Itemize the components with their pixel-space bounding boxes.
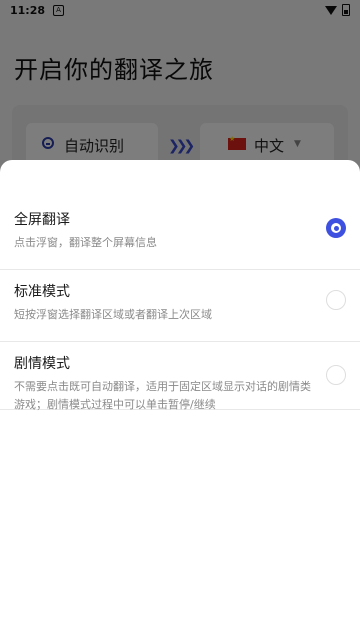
option-description: 不需要点击既可自动翻译，适用于固定区域显示对话的剧情类游戏；剧情模式过程中可以单… (14, 380, 311, 411)
option-fullscreen-translate[interactable]: 全屏翻译 点击浮窗，翻译整个屏幕信息 (0, 198, 360, 270)
radio-button[interactable] (326, 290, 346, 310)
radio-button[interactable] (326, 365, 346, 385)
option-story-mode[interactable]: 剧情模式 不需要点击既可自动翻译，适用于固定区域显示对话的剧情类游戏；剧情模式过… (0, 342, 360, 411)
option-title: 全屏翻译 (14, 212, 70, 228)
option-title: 标准模式 (14, 284, 70, 300)
option-description: 点击浮窗，翻译整个屏幕信息 (14, 236, 157, 249)
option-description: 短按浮窗选择翻译区域或者翻译上次区域 (14, 308, 212, 321)
option-title: 剧情模式 (14, 356, 70, 372)
option-standard-mode[interactable]: 标准模式 短按浮窗选择翻译区域或者翻译上次区域 (0, 270, 360, 342)
translation-mode-sheet: 全屏翻译 点击浮窗，翻译整个屏幕信息 标准模式 短按浮窗选择翻译区域或者翻译上次… (0, 160, 360, 640)
radio-button-selected[interactable] (326, 218, 346, 238)
